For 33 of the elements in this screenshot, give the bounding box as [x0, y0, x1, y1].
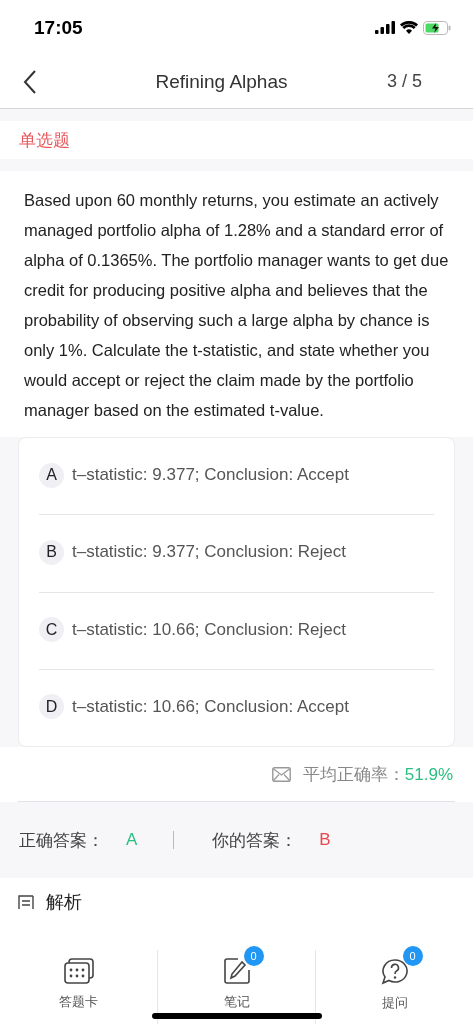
accuracy-label: 平均正确率：	[302, 764, 405, 784]
question-type-label: 单选题	[19, 129, 70, 152]
tab-button[interactable]: 答题卡	[0, 950, 157, 1024]
correct-answer-value: A	[126, 830, 138, 850]
back-icon[interactable]	[23, 69, 37, 94]
question-text: Based upon 60 monthly returns, you estimate an actively managed portfolio alpha of 1.28% and a standard error of alpha of 0.1365%. The portfolio manager wants to get due credit for producing positive alpha and believes that the probability of observing such a large alpha by chance is only 1%. Calculate the t-statistic, and state whether you would accept or reject the claim made by the portfolio manager based on the estimated t-value.	[0, 171, 473, 437]
option-text[interactable]: t–statistic: 10.66; Conclusion: Accept	[72, 696, 349, 717]
wifi-icon	[400, 21, 418, 34]
status-time: 17:05	[34, 16, 83, 39]
pencil-note-icon	[223, 958, 250, 984]
your-answer-value: B	[319, 830, 331, 850]
option-text[interactable]: t–statistic: 9.377; Conclusion: Accept	[72, 465, 349, 486]
count-badge: 0	[402, 946, 423, 966]
analysis-heading[interactable]: 解析	[46, 890, 82, 914]
question-counter: 3 / 5	[386, 71, 423, 92]
option-text[interactable]: t–statistic: 9.377; Conclusion: Reject	[72, 542, 347, 563]
signal-icon	[375, 21, 395, 34]
option-letter[interactable]: A	[39, 462, 64, 488]
option-letter[interactable]: D	[39, 694, 64, 720]
option-letter[interactable]: B	[39, 539, 64, 565]
answer-card-icon	[63, 958, 94, 984]
envelope-icon	[271, 766, 291, 782]
correct-answer-label: 正确答案：	[19, 829, 104, 852]
document-icon	[18, 894, 34, 910]
count-badge: 0	[243, 946, 264, 966]
option-text[interactable]: t–statistic: 10.66; Conclusion: Reject	[72, 619, 347, 640]
your-answer-label: 你的答案：	[212, 829, 298, 852]
battery-icon	[423, 20, 451, 35]
option-letter[interactable]: C	[39, 617, 64, 643]
question-bubble-icon	[380, 958, 409, 985]
accuracy-value: 51.9%	[404, 764, 453, 784]
tab-button[interactable]: 0 提问	[315, 950, 473, 1024]
page-title: Refining Alphas	[155, 70, 288, 93]
